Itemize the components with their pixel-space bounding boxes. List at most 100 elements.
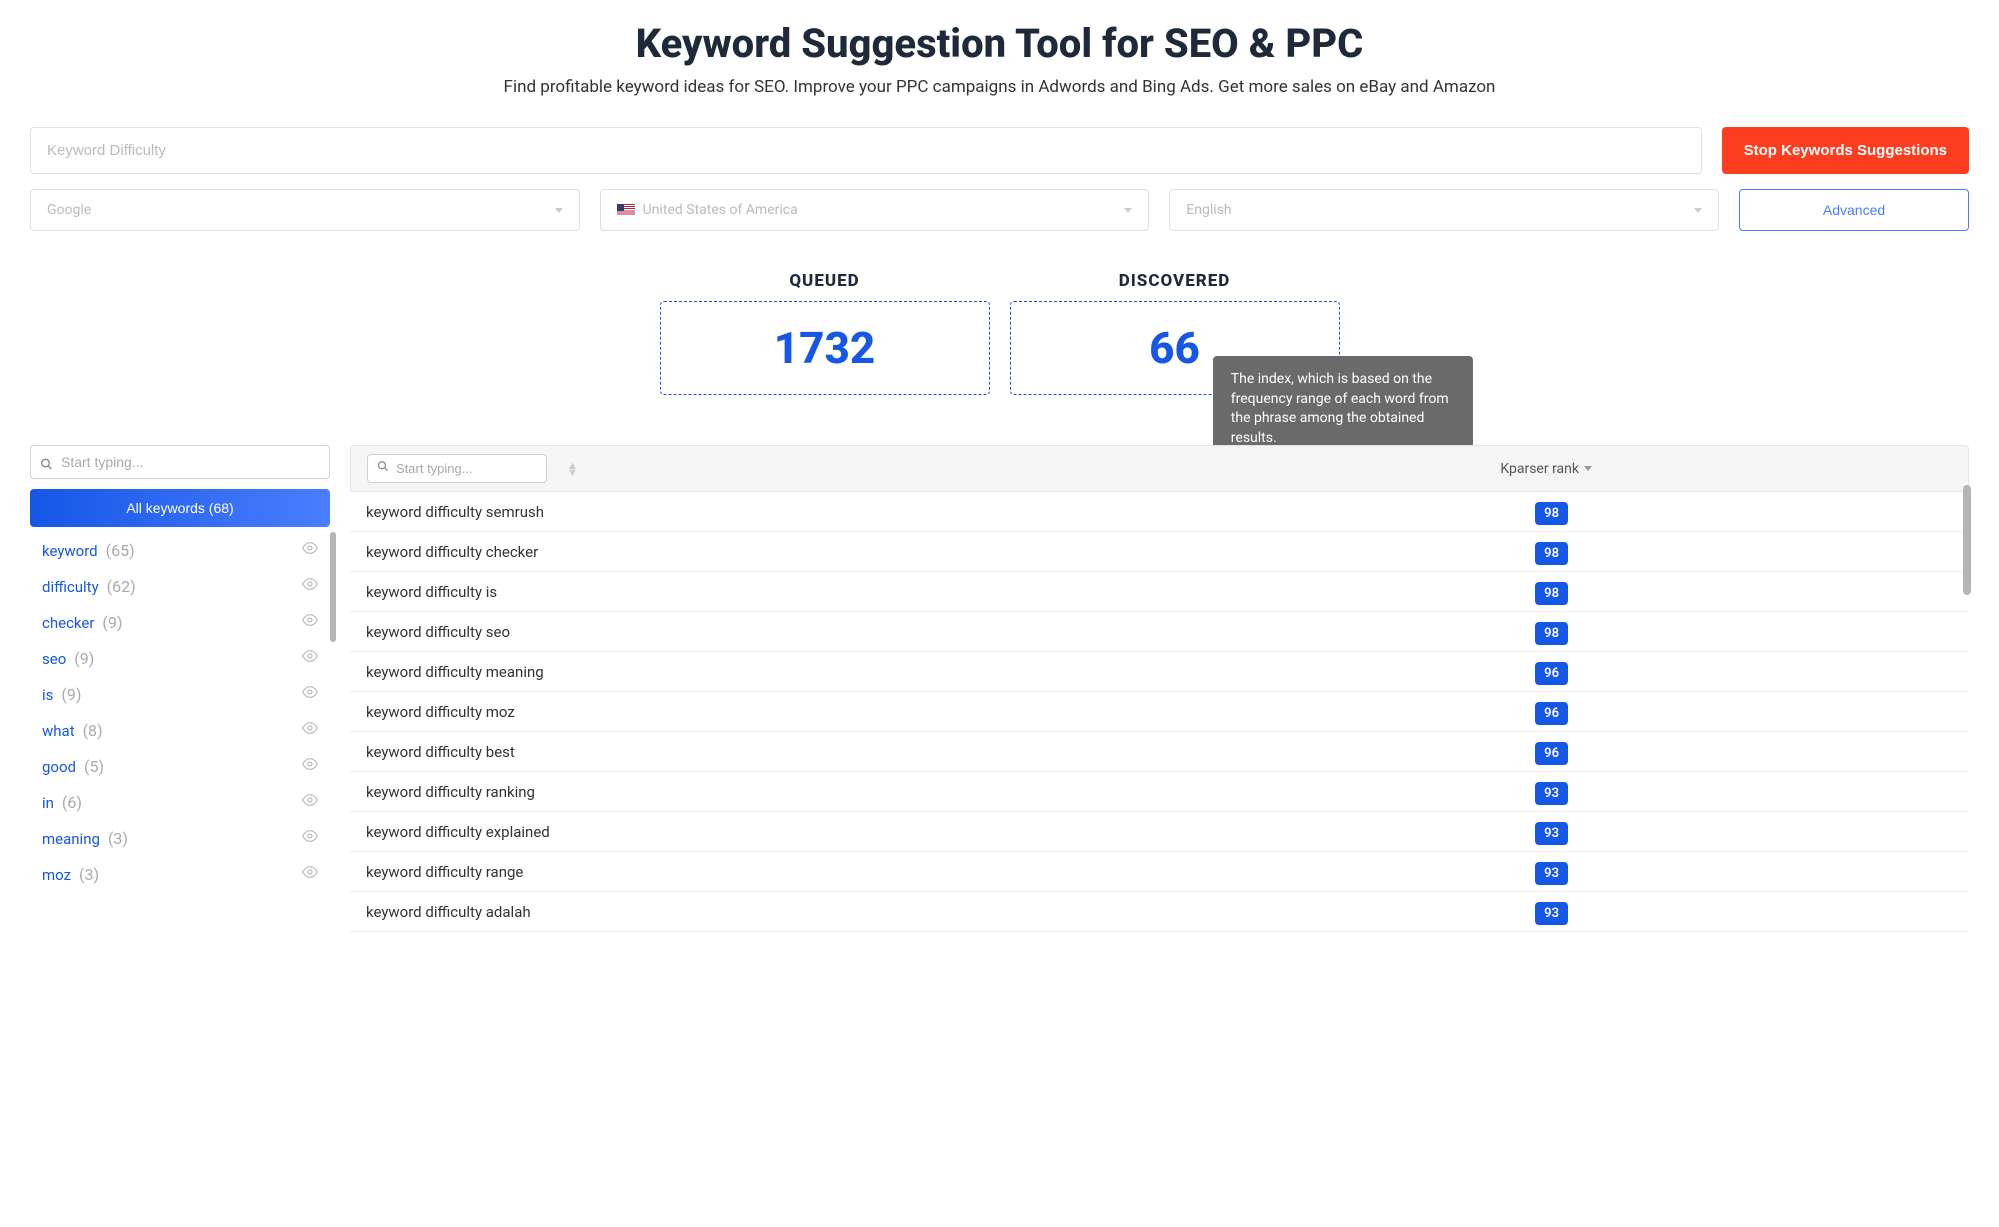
sidebar-item-count: (3)	[108, 829, 128, 848]
eye-icon[interactable]	[302, 576, 318, 596]
result-row[interactable]: keyword difficulty semrush 98	[350, 492, 1969, 532]
stop-suggestions-button[interactable]: Stop Keywords Suggestions	[1722, 127, 1969, 174]
results-search-input[interactable]	[367, 454, 547, 483]
us-flag-icon	[617, 204, 635, 216]
sidebar-item[interactable]: what (8)	[30, 712, 330, 748]
eye-icon[interactable]	[302, 684, 318, 704]
sidebar-item[interactable]: moz (3)	[30, 856, 330, 892]
search-icon	[40, 458, 53, 475]
sidebar-item-count: (5)	[84, 757, 104, 776]
sidebar-item-term: keyword	[42, 542, 98, 560]
scrollbar[interactable]	[1963, 485, 1971, 595]
results-panel: ▲▼ Kparser rank keyword difficulty semru…	[350, 445, 1969, 932]
result-row[interactable]: keyword difficulty is 98	[350, 572, 1969, 612]
sidebar-item[interactable]: good (5)	[30, 748, 330, 784]
search-icon	[377, 460, 389, 476]
scrollbar[interactable]	[330, 532, 336, 642]
rank-badge: 98	[1535, 582, 1568, 605]
result-row[interactable]: keyword difficulty checker98	[350, 532, 1969, 572]
result-row[interactable]: keyword difficulty moz 96	[350, 692, 1969, 732]
result-keyword: keyword difficulty is	[366, 583, 497, 601]
sidebar-item-term: is	[42, 686, 53, 704]
sidebar-item-count: (6)	[62, 793, 82, 812]
queued-value: 1732	[741, 322, 909, 374]
result-row[interactable]: keyword difficulty explained 93	[350, 812, 1969, 852]
chevron-down-icon	[1694, 208, 1702, 213]
country-select[interactable]: United States of America	[600, 189, 1150, 231]
advanced-button[interactable]: Advanced	[1739, 189, 1969, 231]
language-select[interactable]: English	[1169, 189, 1719, 231]
result-row[interactable]: keyword difficulty range 93	[350, 852, 1969, 892]
sidebar-item[interactable]: difficulty (62)	[30, 568, 330, 604]
result-keyword: keyword difficulty semrush	[366, 503, 544, 521]
sidebar-item-count: (9)	[74, 649, 94, 668]
sidebar-item[interactable]: seo (9)	[30, 640, 330, 676]
engine-select[interactable]: Google	[30, 189, 580, 231]
rank-column-header[interactable]: Kparser rank	[1500, 461, 1592, 477]
sidebar-item-term: moz	[42, 866, 71, 884]
rank-badge: 93	[1535, 902, 1568, 925]
sidebar-item[interactable]: meaning (3)	[30, 820, 330, 856]
keyword-input[interactable]	[30, 127, 1702, 174]
result-row[interactable]: keyword difficulty ranking93	[350, 772, 1969, 812]
eye-icon[interactable]	[302, 756, 318, 776]
sidebar-item-count: (3)	[79, 865, 99, 884]
queued-stat: QUEUED 1732	[660, 271, 990, 395]
result-keyword: keyword difficulty range	[366, 863, 523, 881]
sidebar-item-count: (9)	[102, 613, 122, 632]
eye-icon[interactable]	[302, 648, 318, 668]
sidebar-item-term: checker	[42, 614, 94, 632]
eye-icon[interactable]	[302, 612, 318, 632]
result-keyword: keyword difficulty checker	[366, 543, 538, 561]
page-subtitle: Find profitable keyword ideas for SEO. I…	[30, 77, 1969, 97]
chevron-down-icon	[1584, 466, 1592, 471]
eye-icon[interactable]	[302, 540, 318, 560]
sidebar-item-term: difficulty	[42, 578, 99, 596]
result-row[interactable]: keyword difficulty best 96	[350, 732, 1969, 772]
sidebar-item-count: (8)	[83, 721, 103, 740]
country-select-value: United States of America	[643, 202, 798, 218]
sidebar-item-count: (9)	[61, 685, 81, 704]
result-keyword: keyword difficulty explained	[366, 823, 550, 841]
sidebar: All keywords (68) keyword (65)difficulty…	[30, 445, 330, 932]
queued-label: QUEUED	[660, 271, 990, 291]
sidebar-item-count: (62)	[107, 577, 136, 596]
sort-icon[interactable]: ▲▼	[567, 462, 578, 476]
engine-select-value: Google	[47, 202, 555, 218]
rank-badge: 93	[1535, 822, 1568, 845]
result-row[interactable]: keyword difficulty seo 98	[350, 612, 1969, 652]
sidebar-item-count: (65)	[106, 541, 135, 560]
rank-badge: 93	[1535, 782, 1568, 805]
eye-icon[interactable]	[302, 864, 318, 884]
result-keyword: keyword difficulty seo	[366, 623, 510, 641]
sidebar-search-input[interactable]	[30, 445, 330, 479]
result-keyword: keyword difficulty moz	[366, 703, 515, 721]
sidebar-item-term: what	[42, 722, 75, 740]
rank-header-label: Kparser rank	[1500, 461, 1579, 477]
rank-badge: 98	[1535, 622, 1568, 645]
rank-badge: 96	[1535, 702, 1568, 725]
sidebar-item-term: meaning	[42, 830, 100, 848]
eye-icon[interactable]	[302, 828, 318, 848]
result-row[interactable]: keyword difficulty adalah93	[350, 892, 1969, 932]
all-keywords-button[interactable]: All keywords (68)	[30, 489, 330, 527]
eye-icon[interactable]	[302, 792, 318, 812]
rank-badge: 96	[1535, 662, 1568, 685]
rank-badge: 96	[1535, 742, 1568, 765]
chevron-down-icon	[1124, 208, 1132, 213]
chevron-down-icon	[555, 208, 563, 213]
sidebar-item[interactable]: checker (9)	[30, 604, 330, 640]
result-row[interactable]: keyword difficulty meaning96	[350, 652, 1969, 692]
sidebar-item[interactable]: is (9)	[30, 676, 330, 712]
sidebar-item[interactable]: in (6)	[30, 784, 330, 820]
result-keyword: keyword difficulty best	[366, 743, 515, 761]
sidebar-item-term: seo	[42, 650, 66, 668]
sidebar-item-term: good	[42, 758, 76, 776]
discovered-label: DISCOVERED	[1010, 271, 1340, 291]
rank-badge: 98	[1535, 502, 1568, 525]
eye-icon[interactable]	[302, 720, 318, 740]
sidebar-item-term: in	[42, 794, 54, 812]
rank-badge: 93	[1535, 862, 1568, 885]
sidebar-item[interactable]: keyword (65)	[30, 532, 330, 568]
results-header: ▲▼ Kparser rank	[350, 445, 1969, 492]
